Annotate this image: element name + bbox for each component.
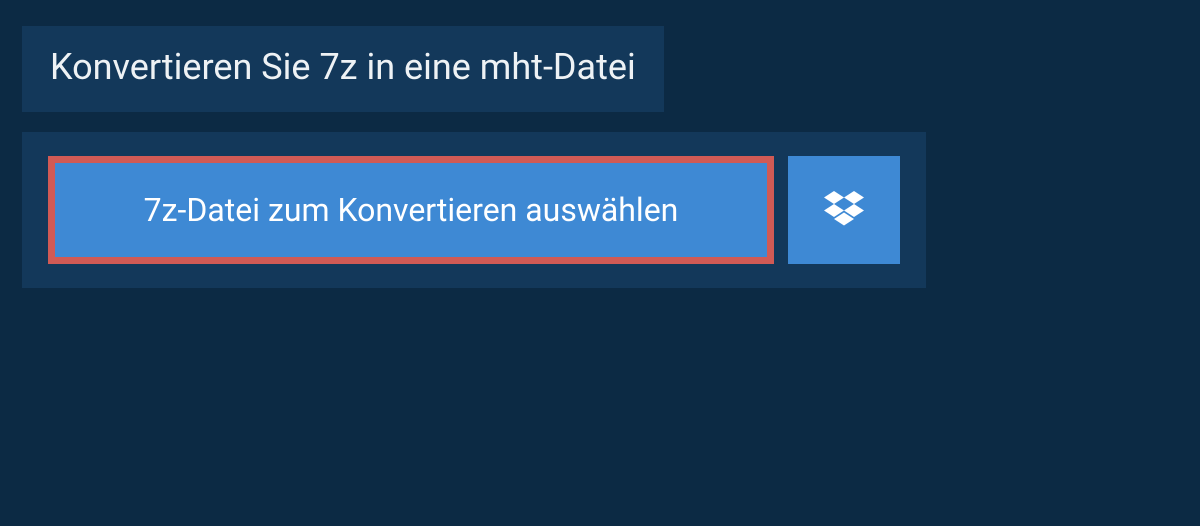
action-area: 7z-Datei zum Konvertieren auswählen [22,132,926,288]
select-file-label: 7z-Datei zum Konvertieren auswählen [144,191,679,229]
title-bar: Konvertieren Sie 7z in eine mht-Datei [22,26,664,112]
dropbox-icon [824,191,864,229]
dropbox-button[interactable] [788,156,900,264]
select-file-button[interactable]: 7z-Datei zum Konvertieren auswählen [48,156,774,264]
page-title: Konvertieren Sie 7z in eine mht-Datei [50,46,636,88]
